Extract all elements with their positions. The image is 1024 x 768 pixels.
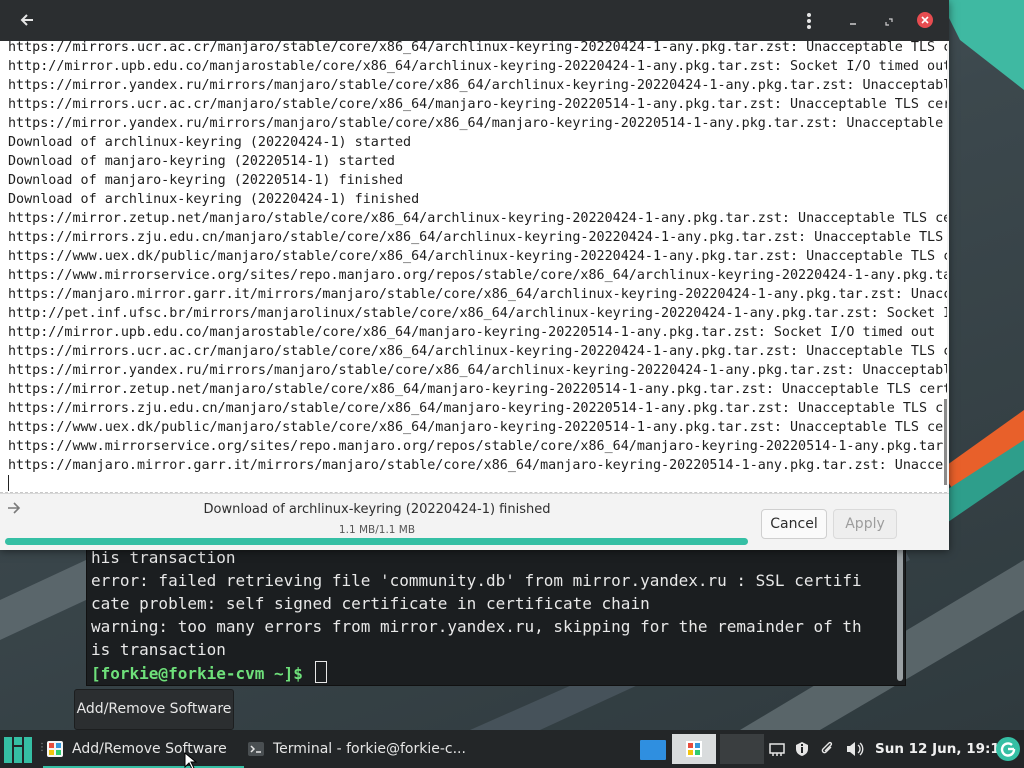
next-button[interactable] [0,494,28,522]
log-line: https://mirror.yandex.ru/mirrors/manjaro… [8,116,947,131]
download-size: 1.1 MB/1.1 MB [338,524,416,536]
log-line: Download of manjaro-keyring (20220514-1)… [8,173,404,188]
log-line: https://mirror.yandex.ru/mirrors/manjaro… [8,78,947,93]
mouse-pointer-icon [184,752,198,768]
log-line: https://manjaro.mirror.garr.it/mirrors/m… [8,458,947,473]
pamac-icon [47,741,63,757]
workspace-2[interactable] [672,734,716,764]
log-line: https://mirrors.zju.edu.cn/manjaro/stabl… [8,401,947,416]
log-lines: https://mirrors.ucr.ac.cr/manjaro/stable… [8,41,947,475]
status-text: Download of archlinux-keyring (20220424-… [203,502,551,517]
task-label: Terminal - forkie@forkie-c... [273,741,466,757]
log-line: http://mirror.upb.edu.co/manjarostable/c… [8,325,936,340]
minimize-button[interactable] [840,0,866,41]
close-icon [921,16,929,24]
power-icon[interactable] [996,737,1020,761]
task-label: Add/Remove Software [72,741,227,757]
pamac-window: https://mirrors.ucr.ac.cr/manjaro/stable… [0,0,949,550]
terminal-icon [248,742,264,756]
log-line: https://www.mirrorservice.org/sites/repo… [8,268,947,283]
terminal-output: his transaction error: failed retrieving … [91,546,891,685]
info-icon[interactable] [792,738,812,760]
log-line: http://mirror.upb.edu.co/manjarostable/c… [8,59,947,74]
network-icon[interactable] [767,738,787,760]
forward-arrow-icon [8,502,21,514]
log-line: https://mirrors.zju.edu.cn/manjaro/stabl… [8,230,947,245]
log-line: https://www.mirrorservice.org/sites/repo… [8,439,947,454]
maximize-icon [885,18,893,26]
taskbar: ⋮ Add/Remove Software Terminal - forkie@… [0,730,1024,768]
task-add-remove-software[interactable]: Add/Remove Software [43,730,244,768]
desktop-icon [640,740,666,760]
taskbar-separator: ⋮ [37,742,47,753]
workspace-1[interactable] [628,734,672,764]
task-terminal[interactable]: Terminal - forkie@forkie-c... [244,730,466,768]
terminal-scrollbar[interactable] [897,547,903,681]
log-line: https://mirror.yandex.ru/mirrors/manjaro… [8,363,947,378]
progress-fill [5,538,748,545]
log-line: https://mirror.zetup.net/manjaro/stable/… [8,382,947,397]
terminal-line: is transaction [91,640,226,659]
apply-button[interactable]: Apply [833,509,897,539]
terminal-line: warning: too many errors from mirror.yan… [91,617,862,636]
log-line: https://mirrors.ucr.ac.cr/manjaro/stable… [8,97,947,112]
log-scrollbar[interactable] [944,399,947,485]
pamac-icon [686,741,702,757]
back-arrow-icon [20,14,33,26]
log-line: https://manjaro.mirror.garr.it/mirrors/m… [8,287,947,302]
header-bar [0,0,949,41]
log-line: http://pet.inf.ufsc.br/mirrors/manjaroli… [8,306,947,321]
text-caret [8,475,9,491]
workspace-3[interactable] [720,734,764,764]
cancel-button[interactable]: Cancel [761,509,827,539]
log-line: https://mirrors.ucr.ac.cr/manjaro/stable… [8,344,947,359]
back-button[interactable] [10,0,44,41]
maximize-button[interactable] [876,0,902,41]
clock[interactable]: Sun 12 Jun, 19:13 [875,730,1009,768]
transaction-log[interactable]: https://mirrors.ucr.ac.cr/manjaro/stable… [0,41,947,493]
manjaro-logo-icon [4,737,32,763]
log-line: Download of manjaro-keyring (20220514-1)… [8,154,395,169]
close-button[interactable] [917,12,933,28]
log-line: https://mirror.zetup.net/manjaro/stable/… [8,211,947,226]
start-menu-button[interactable] [2,733,34,765]
progress-bar [5,538,748,545]
log-line: https://www.uex.dk/public/manjaro/stable… [8,249,947,264]
minimize-icon [850,23,856,25]
log-line: https://mirrors.ucr.ac.cr/manjaro/stable… [8,41,947,55]
kebab-menu-icon [807,13,811,29]
transaction-statusbar: Download of archlinux-keyring (20220424-… [0,493,949,550]
taskbar-tooltip: Add/Remove Software [74,689,234,730]
terminal-line: error: failed retrieving file 'community… [91,571,862,590]
terminal-cursor [314,661,327,683]
log-line: Download of archlinux-keyring (20220424-… [8,135,412,150]
terminal-line: cate problem: self signed certificate in… [91,594,650,613]
log-line: https://www.uex.dk/public/manjaro/stable… [8,420,947,435]
terminal-prompt-line[interactable]: [forkie@forkie-cvm ~]$ [91,661,891,685]
terminal-prompt: [forkie@forkie-cvm ~]$ [91,664,313,683]
terminal-window[interactable]: his transaction error: failed retrieving … [86,540,906,686]
menu-button[interactable] [795,0,823,41]
volume-icon[interactable] [845,738,865,760]
paperclip-icon[interactable] [817,738,837,760]
log-line: Download of archlinux-keyring (20220424-… [8,192,420,207]
